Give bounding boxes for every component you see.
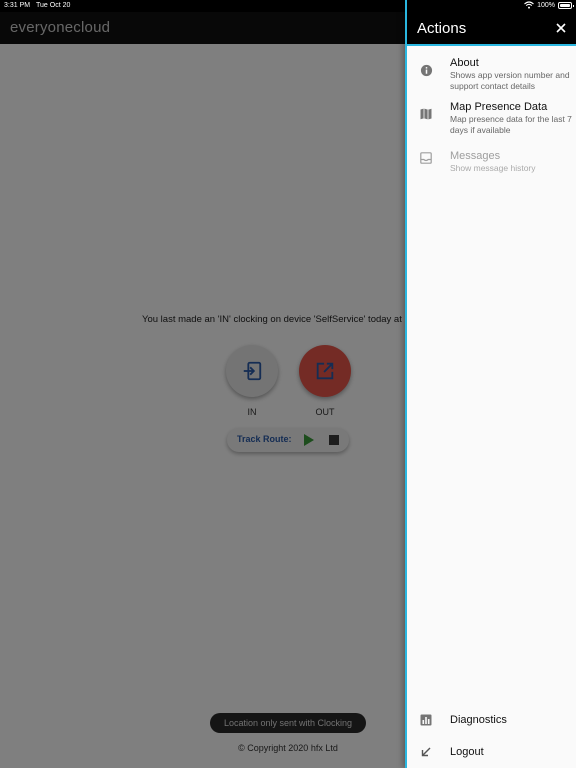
menu-item-diagnostics[interactable]: Diagnostics [407,710,576,730]
drawer-status-bar: 100% [407,0,576,12]
status-indicators: 100% [524,1,574,9]
battery-percent: 100% [537,1,555,9]
menu-item-description: Map presence data for the last 7 days if… [450,114,572,135]
close-icon [556,23,566,33]
actions-drawer: 100% Actions About Shows app version num… [405,0,576,768]
menu-item-label: About [450,57,479,69]
arrow-down-left-icon [419,745,433,759]
drawer-header-divider [407,44,576,46]
status-time: 3:31 PM [4,2,31,9]
info-icon [419,63,433,77]
menu-item-label: Map Presence Data [450,101,548,113]
menu-item-description: Show message history [450,163,536,173]
status-date: Tue Oct 20 [36,2,71,9]
close-drawer-button[interactable] [552,19,570,37]
inbox-icon [419,151,433,165]
menu-item-description: Shows app version number and support con… [450,70,570,91]
wifi-icon [524,1,534,9]
bar-chart-icon [419,713,433,727]
menu-item-map-presence[interactable]: Map Presence Data Map presence data for … [407,100,576,138]
menu-item-label: Messages [450,150,501,162]
drawer-title: Actions [417,20,467,37]
menu-item-label: Logout [450,746,484,758]
map-icon [419,107,433,121]
menu-item-about[interactable]: About Shows app version number and suppo… [407,56,576,94]
drawer-header: Actions [407,12,576,44]
menu-item-messages[interactable]: Messages Show message history [407,149,576,177]
menu-item-label: Diagnostics [450,714,507,726]
battery-icon [558,1,574,9]
menu-item-logout[interactable]: Logout [407,742,576,762]
